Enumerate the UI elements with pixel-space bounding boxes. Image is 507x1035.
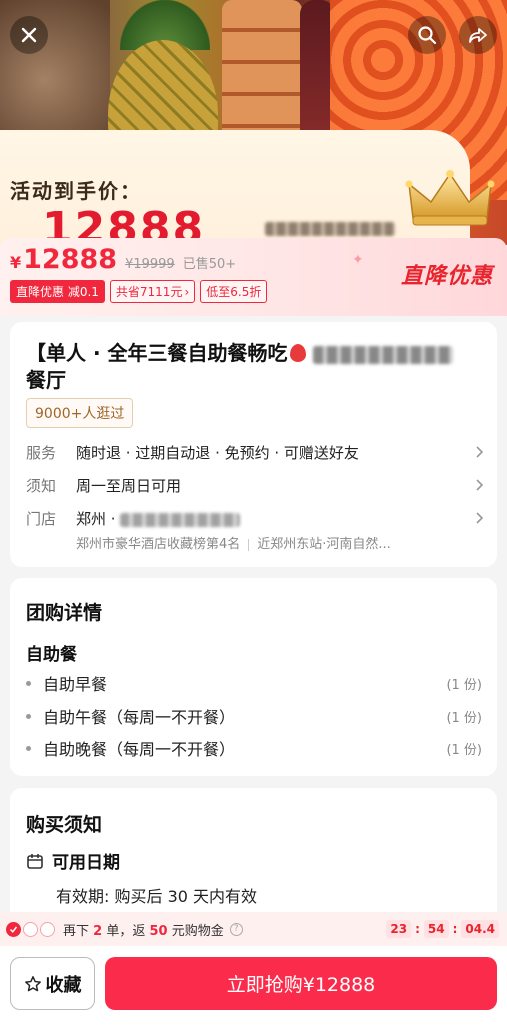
bullet: [26, 680, 31, 686]
buy-now-button[interactable]: 立即抢购¥12888: [105, 957, 497, 1010]
item-qty: (1 份): [446, 710, 482, 726]
store-key: 门店: [26, 510, 57, 528]
search-icon: [418, 26, 437, 45]
store-row[interactable]: 门店 郑州 ·: [26, 508, 486, 529]
search-button[interactable]: [408, 16, 446, 54]
validity-text: 有效期: 购买后 30 天内有效: [56, 887, 258, 906]
timer-sep: :: [415, 922, 420, 936]
timer-minutes: 54: [423, 920, 449, 938]
chevron-right-icon: [476, 479, 484, 491]
blurred-store-name: [119, 512, 240, 527]
bullet: [26, 713, 31, 719]
blurred-text: [265, 222, 395, 236]
item-name: 自助晚餐（每周一不开餐）: [43, 740, 236, 759]
savings-tag[interactable]: 共省7111元 ›: [109, 280, 196, 303]
product-title-prefix: 【单人 · 全年三餐自助餐畅吃: [26, 341, 288, 365]
balloon-icon: [289, 344, 306, 362]
service-row[interactable]: 服务 随时退 · 过期自动退 · 免预约 · 可赠送好友: [26, 442, 486, 463]
notice-row[interactable]: 须知 周一至周日可用: [26, 475, 486, 496]
store-city: 郑州 ·: [76, 510, 116, 528]
chevron-right-icon: [476, 512, 484, 524]
cashback-count: 2: [93, 923, 103, 939]
current-price: 12888: [23, 244, 118, 275]
cashback-amount: 50: [149, 923, 168, 939]
divider: [248, 538, 250, 551]
notice-value: 周一至周日可用: [76, 477, 182, 495]
countdown-timer: 23 : 54 : 04.4: [386, 920, 499, 938]
product-title: 【单人 · 全年三餐自助餐畅吃 餐厅: [26, 340, 476, 394]
list-item: 自助晚餐（每周一不开餐） (1 份): [26, 736, 482, 760]
price-band: ¥ 12888 ¥19999 已售50+ 直降优惠 减0.1 共省7111元 › …: [0, 238, 507, 316]
bottom-action-bar: 收藏 立即抢购¥12888: [0, 946, 507, 1035]
cashback-post: 元购物金: [171, 923, 224, 939]
list-item: 自助早餐 (1 份): [26, 671, 482, 695]
chevron-right-icon: [476, 446, 484, 458]
list-item: 自助午餐（每周一不开餐） (1 份): [26, 704, 482, 728]
store-value: 郑州 ·: [76, 508, 486, 529]
available-date-row: 可用日期: [26, 848, 120, 873]
group-title: 自助餐: [26, 645, 77, 665]
cashback-mid: 单，返: [106, 923, 146, 939]
discount-tag: 直降优惠 减0.1: [10, 280, 105, 303]
favorite-button[interactable]: 收藏: [10, 957, 95, 1010]
calendar-icon: [27, 853, 43, 869]
progress-dots: [6, 921, 57, 937]
sold-count: 已售50+: [182, 257, 237, 272]
item-name: 自助午餐（每周一不开餐）: [43, 708, 236, 727]
item-qty: (1 份): [446, 742, 482, 758]
notice-key: 须知: [26, 477, 57, 495]
visit-count-tag: 9000+人逛过: [26, 398, 134, 428]
product-title-suffix: 餐厅: [26, 368, 66, 392]
promo-label: 直降优惠: [400, 264, 493, 289]
store-rank: 郑州市豪华酒店收藏榜第4名: [76, 537, 241, 552]
store-subinfo: 郑州市豪华酒店收藏榜第4名 近郑州东站·河南自然...: [76, 533, 391, 552]
share-icon: [469, 28, 487, 43]
close-icon: [21, 27, 37, 43]
activity-price-label: 活动到手价：: [10, 179, 142, 203]
timer-sep: :: [452, 922, 458, 936]
section-title: 团购详情: [26, 602, 103, 624]
service-key: 服务: [26, 444, 57, 462]
progress-dot-filled: [6, 921, 21, 937]
store-location: 近郑州东站·河南自然...: [257, 537, 391, 552]
timer-hours: 23: [386, 920, 412, 938]
progress-dot: [23, 921, 38, 937]
favorite-label: 收藏: [45, 974, 82, 996]
service-value: 随时退 · 过期自动退 · 免预约 · 可赠送好友: [76, 444, 359, 462]
deal-details-card: 团购详情 自助餐 自助早餐 (1 份) 自助午餐（每周一不开餐） (1 份) 自…: [10, 578, 497, 776]
timer-seconds: 04.4: [461, 920, 499, 938]
section-title: 购买须知: [26, 814, 103, 836]
savings-tag-label: 共省7111元: [115, 285, 183, 299]
original-price: ¥19999: [125, 257, 175, 272]
help-icon[interactable]: ?: [229, 922, 243, 936]
item-qty: (1 份): [446, 677, 482, 693]
star-icon: [24, 975, 41, 991]
product-info-card: 【单人 · 全年三餐自助餐畅吃 餐厅 9000+人逛过 服务 随时退 · 过期自…: [10, 322, 497, 567]
date-label: 可用日期: [52, 853, 120, 873]
bullet: [26, 745, 31, 751]
check-icon: [9, 926, 18, 933]
progress-dot: [40, 921, 55, 937]
blurred-store-name: [312, 345, 453, 364]
sparkle-icon: ✦: [352, 252, 364, 268]
item-name: 自助早餐: [43, 675, 108, 694]
cashback-text: 再下 2 单，返 50 元购物金: [63, 920, 224, 939]
share-button[interactable]: [459, 16, 497, 54]
currency-symbol: ¥: [10, 253, 22, 272]
cashback-strip[interactable]: 再下 2 单，返 50 元购物金 ? 23 : 54 : 04.4: [0, 912, 507, 946]
chevron-right-icon: ›: [184, 284, 190, 299]
cashback-pre: 再下: [63, 923, 90, 939]
crown-icon: [405, 170, 495, 226]
discount-rate-tag: 低至6.5折: [200, 280, 268, 303]
close-button[interactable]: [10, 16, 48, 54]
hero-banner: 活动到手价： 12888: [0, 0, 507, 245]
